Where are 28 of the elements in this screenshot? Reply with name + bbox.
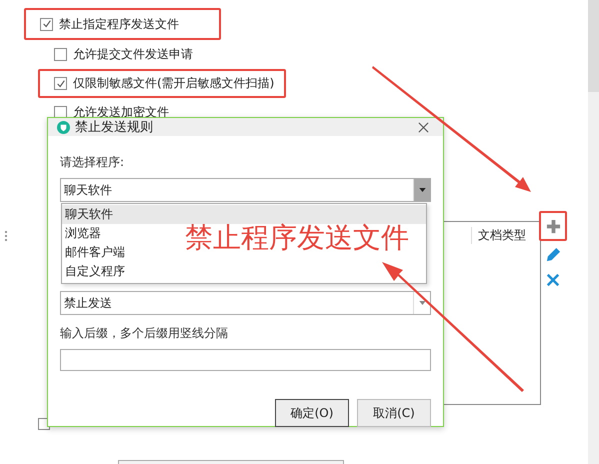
checkbox-label: 允许提交文件发送申请 — [73, 46, 193, 63]
pencil-icon[interactable] — [546, 246, 560, 262]
checkbox[interactable] — [54, 77, 67, 90]
caret-icon — [418, 301, 426, 305]
drag-handle-icon[interactable] — [5, 231, 7, 243]
checkbox[interactable] — [40, 18, 53, 30]
field-label: 输入后缀，多个后缀用竖线分隔 — [60, 325, 229, 342]
scrollbar[interactable] — [588, 0, 599, 464]
dropdown-option[interactable]: 自定义程序 — [62, 262, 133, 281]
dialog-title: 禁止发送规则 — [75, 119, 154, 136]
dropdown-option[interactable]: 聊天软件 — [62, 205, 426, 224]
field-label: 请选择程序: — [60, 154, 126, 171]
action-dropdown[interactable]: 禁止发送 — [60, 291, 431, 315]
dialog-button[interactable]: 确定(O) — [275, 399, 349, 427]
checkbox[interactable] — [54, 48, 67, 61]
caret-icon — [418, 188, 426, 192]
dialog-button[interactable]: 取消(C) — [357, 399, 431, 427]
dropdown-option[interactable]: 浏览器 — [62, 224, 109, 243]
dropdown-option[interactable]: 邮件客户端 — [62, 243, 133, 262]
add-icon[interactable] — [546, 218, 560, 234]
shield-icon — [57, 120, 70, 134]
checkbox-label: 禁止指定程序发送文件 — [59, 16, 179, 32]
checkbox-label: 仅限制敏感文件(需开启敏感文件扫描) — [73, 75, 274, 92]
program-dropdown[interactable]: 聊天软件 — [60, 178, 431, 202]
delete-icon[interactable] — [546, 273, 560, 287]
suffix-input[interactable] — [60, 349, 431, 371]
close-icon[interactable] — [418, 122, 429, 132]
column-header[interactable]: 文档类型 — [471, 227, 540, 244]
